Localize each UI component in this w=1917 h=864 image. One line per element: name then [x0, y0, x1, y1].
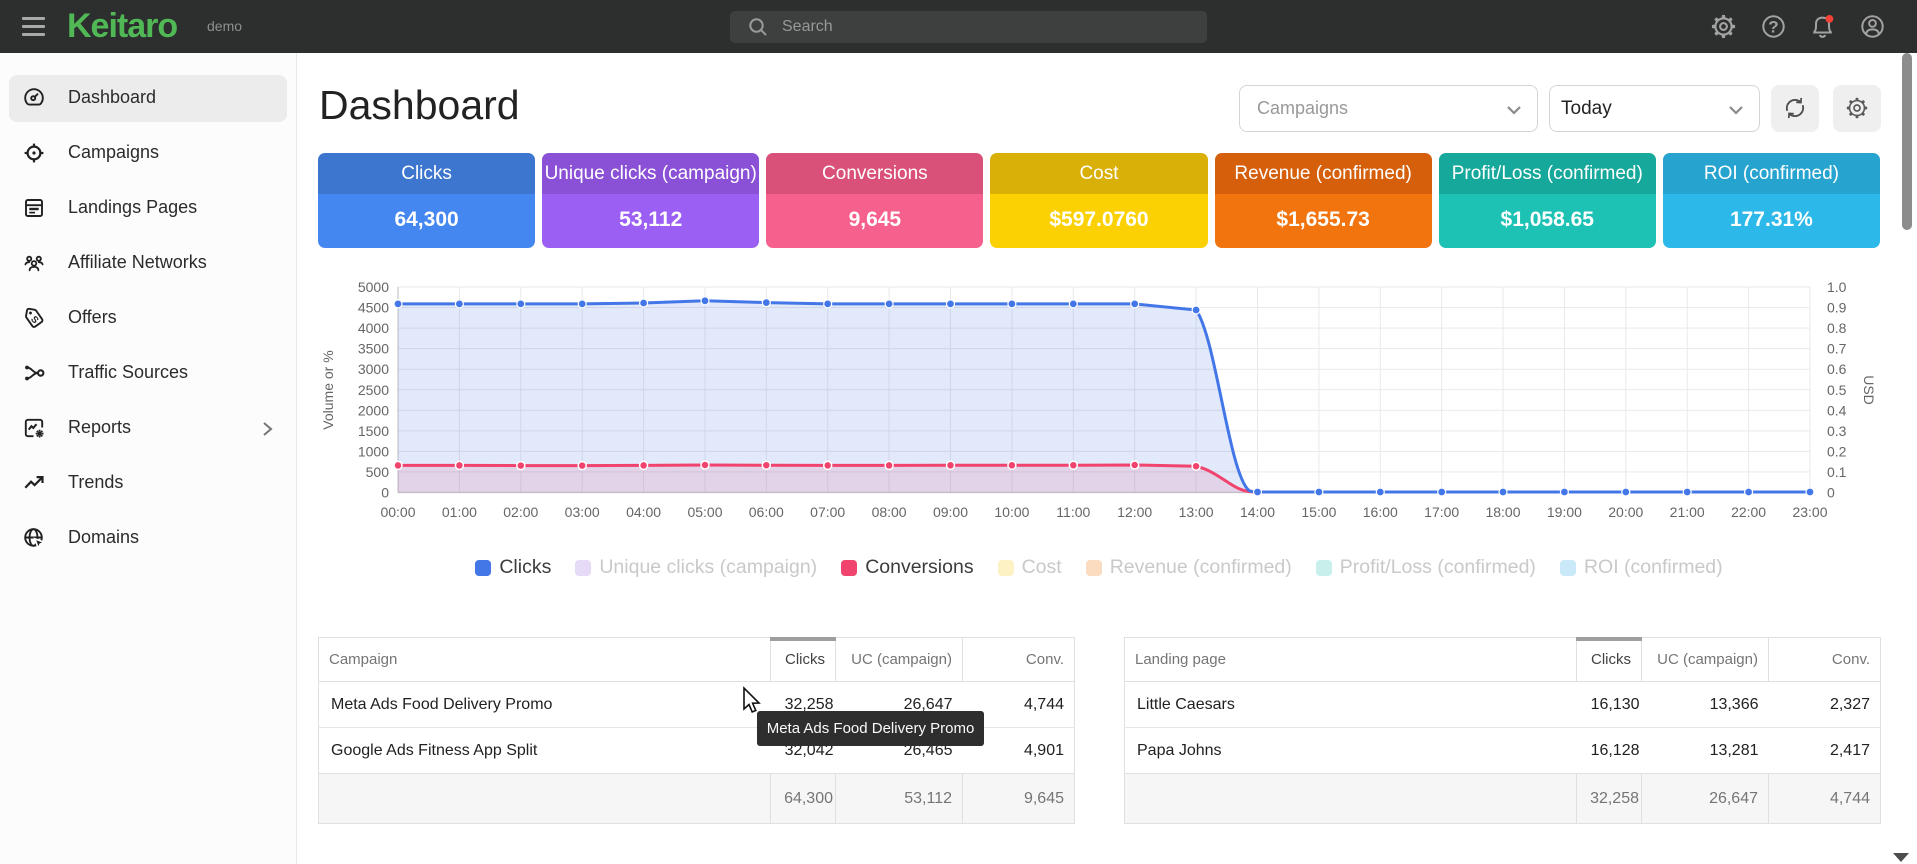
svg-text:0.3: 0.3: [1827, 423, 1847, 439]
svg-text:13:00: 13:00: [1179, 504, 1214, 520]
svg-text:0.2: 0.2: [1827, 443, 1847, 459]
svg-text:11:00: 11:00: [1056, 504, 1090, 520]
svg-text:Volume or %: Volume or %: [320, 350, 336, 429]
svg-text:?: ?: [1768, 18, 1778, 37]
svg-text:04:00: 04:00: [626, 504, 661, 520]
svg-text:0.1: 0.1: [1827, 464, 1847, 480]
svg-text:0.9: 0.9: [1827, 300, 1847, 316]
svg-text:23:00: 23:00: [1792, 504, 1827, 520]
svg-text:USD: USD: [1861, 375, 1877, 405]
svg-text:4000: 4000: [358, 320, 389, 336]
svg-text:0.8: 0.8: [1827, 320, 1847, 336]
svg-text:05:00: 05:00: [687, 504, 722, 520]
svg-text:21:00: 21:00: [1670, 504, 1705, 520]
svg-text:14:00: 14:00: [1240, 504, 1275, 520]
svg-text:0: 0: [1827, 485, 1835, 501]
svg-text:1000: 1000: [358, 443, 389, 459]
svg-text:06:00: 06:00: [749, 504, 784, 520]
svg-text:5000: 5000: [358, 279, 389, 295]
svg-text:16:00: 16:00: [1363, 504, 1398, 520]
svg-text:07:00: 07:00: [810, 504, 845, 520]
svg-text:2500: 2500: [358, 382, 389, 398]
svg-text:19:00: 19:00: [1547, 504, 1582, 520]
svg-text:3500: 3500: [358, 341, 389, 357]
svg-text:02:00: 02:00: [503, 504, 538, 520]
svg-text:08:00: 08:00: [872, 504, 907, 520]
svg-text:3000: 3000: [358, 361, 389, 377]
svg-text:03:00: 03:00: [565, 504, 600, 520]
svg-text:01:00: 01:00: [442, 504, 477, 520]
svg-text:20:00: 20:00: [1608, 504, 1643, 520]
svg-text:0.5: 0.5: [1827, 382, 1847, 398]
svg-text:0.7: 0.7: [1827, 341, 1847, 357]
svg-text:2000: 2000: [358, 402, 389, 418]
svg-text:1.0: 1.0: [1827, 279, 1847, 295]
svg-text:12:00: 12:00: [1117, 504, 1152, 520]
svg-text:15:00: 15:00: [1301, 504, 1336, 520]
svg-text:0.4: 0.4: [1827, 402, 1847, 418]
svg-text:0: 0: [381, 485, 389, 501]
svg-text:4500: 4500: [358, 300, 389, 316]
svg-text:10:00: 10:00: [994, 504, 1029, 520]
svg-text:00:00: 00:00: [380, 504, 415, 520]
svg-text:0.6: 0.6: [1827, 361, 1847, 377]
svg-text:22:00: 22:00: [1731, 504, 1766, 520]
svg-text:09:00: 09:00: [933, 504, 968, 520]
svg-text:17:00: 17:00: [1424, 504, 1459, 520]
svg-text:1500: 1500: [358, 423, 389, 439]
svg-text:18:00: 18:00: [1485, 504, 1520, 520]
svg-text:500: 500: [366, 464, 390, 480]
